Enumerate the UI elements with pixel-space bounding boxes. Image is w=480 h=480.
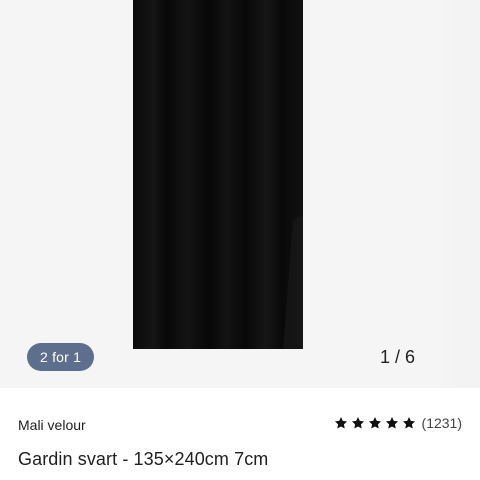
- carousel-slide-next[interactable]: [452, 0, 480, 388]
- star-icon: [334, 416, 348, 430]
- rating-count: (1231): [421, 415, 462, 431]
- product-brand[interactable]: Mali velour: [18, 416, 86, 434]
- product-page: 2 for 1 1 / 6 Mali velour (1231) Gardin …: [0, 0, 480, 480]
- curtain-image: [133, 0, 303, 349]
- image-carousel[interactable]: 2 for 1 1 / 6: [0, 0, 480, 388]
- star-icon: [351, 416, 365, 430]
- carousel-slide-current[interactable]: [0, 0, 443, 388]
- product-title[interactable]: Gardin svart - 135×240cm 7cm: [18, 447, 268, 471]
- product-rating[interactable]: (1231): [334, 414, 462, 432]
- carousel-pager: 1 / 6: [380, 347, 416, 367]
- star-icon: [385, 416, 399, 430]
- star-icon: [368, 416, 382, 430]
- star-icon: [402, 416, 416, 430]
- promo-badge: 2 for 1: [27, 343, 95, 371]
